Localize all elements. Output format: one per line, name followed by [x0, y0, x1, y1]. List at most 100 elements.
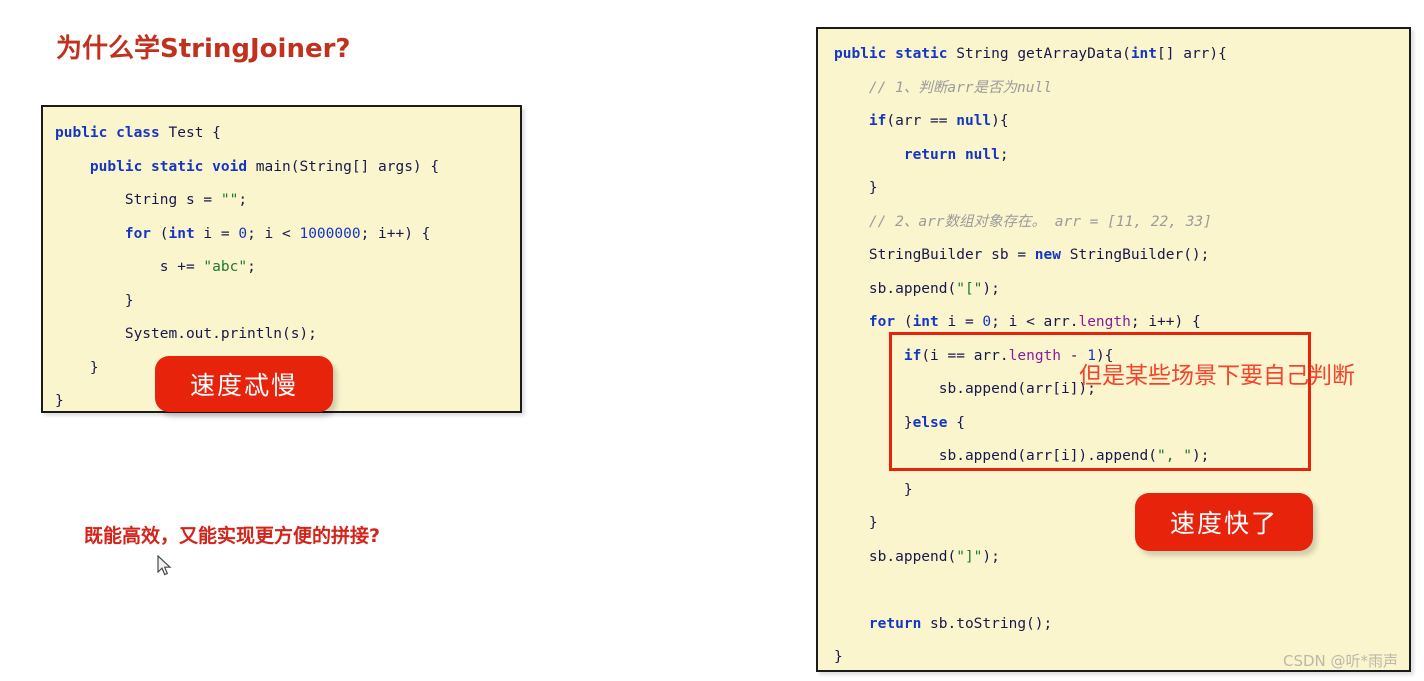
code-panel-right: public static String getArrayData(int[] …: [816, 27, 1411, 672]
bottom-question-text: 既能高效，又能实现更方便的拼接?: [84, 525, 381, 547]
code-line: StringBuilder sb = new StringBuilder();: [834, 239, 1409, 273]
code-token: public: [55, 125, 117, 141]
code-token: return: [868, 615, 931, 632]
code-line: }: [55, 285, 520, 319]
code-token: );: [982, 280, 1000, 297]
code-token: class: [116, 125, 169, 141]
code-token: ; i++) {: [1130, 314, 1201, 330]
code-token: getArrayData(: [1017, 46, 1131, 62]
code-token: [] arr){: [1157, 46, 1227, 62]
code-token: sb.toString();: [930, 615, 1053, 632]
code-token: length: [1008, 347, 1062, 364]
csdn-watermark: CSDN @听*雨声: [1283, 652, 1399, 670]
code-token: int: [168, 225, 204, 242]
code-token: public: [89, 158, 152, 175]
code-token: 0: [982, 314, 992, 330]
code-token: ; i++) {: [360, 225, 431, 242]
code-token: }: [834, 515, 878, 531]
code-line: // 1、判断arr是否为null: [834, 72, 1409, 106]
code-line: return null;: [834, 139, 1409, 173]
code-token: "abc": [203, 259, 248, 275]
code-token: StringBuilder sb =: [834, 247, 1035, 263]
code-line: }: [834, 474, 1409, 508]
code-token: sb.append(arr[i]).append(: [834, 448, 1158, 464]
code-block-right: public static String getArrayData(int[] …: [818, 29, 1409, 670]
code-token: if: [903, 347, 922, 364]
code-line: sb.append(arr[i]).append(", ");: [834, 440, 1409, 474]
badge-fast: 速度快了: [1135, 493, 1313, 551]
code-line: // 2、arr数组对象存在。 arr = [11, 22, 33]: [834, 206, 1409, 240]
code-token: }: [834, 649, 843, 665]
code-line: sb.append("[");: [834, 273, 1409, 307]
code-token: Test {: [168, 125, 221, 141]
code-token: (arr ==: [886, 113, 957, 129]
code-token: }: [55, 393, 64, 409]
code-token: (i == arr.: [921, 347, 1009, 364]
code-token: ; i < arr.: [991, 314, 1079, 330]
code-token: );: [982, 548, 1000, 565]
code-token: public: [834, 46, 896, 62]
code-token: static: [895, 46, 957, 62]
code-token: }: [55, 359, 99, 376]
code-token: (: [903, 314, 913, 330]
code-line: s += "abc";: [55, 251, 520, 285]
code-token: ; i <: [247, 225, 300, 242]
code-token: sb.append(arr[i]);: [834, 381, 1096, 397]
code-token: ", ": [1157, 448, 1192, 464]
code-line: for (int i = 0; i < 1000000; i++) {: [55, 218, 520, 252]
code-token: null: [956, 113, 992, 129]
code-line: }else {: [834, 407, 1409, 441]
page-title: 为什么学StringJoiner?: [56, 34, 351, 64]
code-token: int: [912, 314, 948, 330]
code-line: public static void main(String[] args) {: [55, 151, 520, 185]
code-token: if: [868, 113, 887, 129]
code-token: );: [1191, 448, 1210, 464]
code-token: i =: [203, 225, 239, 242]
code-token: ;: [238, 192, 248, 208]
code-token: new: [1034, 247, 1070, 263]
code-token: main(String[] args) {: [255, 158, 440, 175]
code-token: int: [1130, 46, 1158, 62]
code-token: }: [55, 292, 134, 309]
code-token: {: [956, 414, 965, 431]
code-line: public static String getArrayData(int[] …: [834, 38, 1409, 72]
code-token: String: [956, 46, 1018, 62]
code-token: for: [124, 225, 160, 242]
code-line: for (int i = 0; i < arr.length; i++) {: [834, 306, 1409, 340]
code-line: if(arr == null){: [834, 105, 1409, 139]
code-token: StringBuilder();: [1069, 247, 1210, 263]
code-token: i =: [947, 314, 983, 330]
code-token: "]": [956, 548, 983, 565]
code-token: "": [220, 192, 239, 208]
code-line: return sb.toString();: [834, 608, 1409, 642]
code-token: String s =: [55, 192, 221, 208]
code-token: ){: [991, 113, 1009, 129]
code-line: String s = "";: [55, 184, 520, 218]
code-token: // 2、arr数组对象存在。 arr = [11, 22, 33]: [834, 213, 1212, 230]
code-token: s +=: [55, 259, 204, 275]
code-token: 1000000: [299, 225, 361, 242]
code-token: }: [834, 180, 878, 196]
code-token: "[": [956, 280, 983, 297]
code-line: System.out.println(s);: [55, 318, 520, 352]
code-token: }: [834, 414, 913, 431]
code-token: System.out.println(s);: [55, 326, 317, 342]
code-token: ;: [999, 146, 1009, 163]
code-line: }: [834, 507, 1409, 541]
badge-slow: 速度忒慢: [155, 356, 333, 412]
code-token: ;: [247, 259, 256, 275]
code-token: static: [151, 158, 213, 175]
code-token: sb.append(: [834, 548, 957, 565]
code-line: }: [834, 172, 1409, 206]
code-token: sb.append(: [834, 280, 957, 297]
code-line: public class Test {: [55, 117, 520, 151]
code-token: }: [834, 481, 913, 498]
code-token: length: [1078, 314, 1131, 330]
code-token: 0: [238, 225, 248, 242]
